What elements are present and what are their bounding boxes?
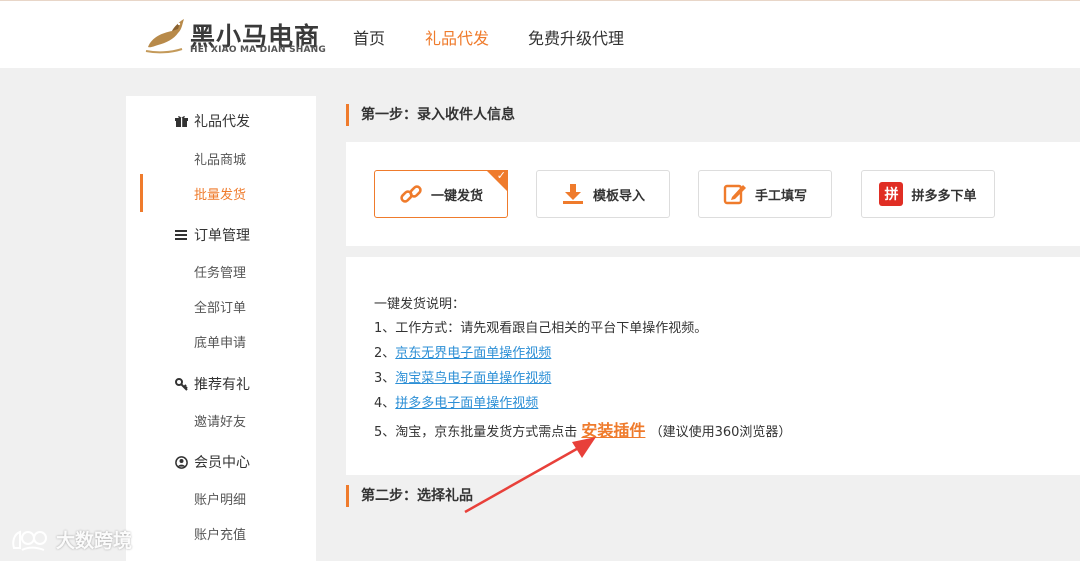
- browser-hint: （建议使用360浏览器）: [649, 425, 792, 440]
- sidebar-item-receipt-request[interactable]: 底单申请: [194, 332, 246, 351]
- instruction-line-2: 2、京东无界电子面单操作视频: [374, 342, 551, 361]
- nav-gift-dropship[interactable]: 礼品代发: [425, 25, 489, 49]
- jd-video-link[interactable]: 京东无界电子面单操作视频: [395, 346, 551, 361]
- sidebar-group-referral[interactable]: 推荐有礼: [174, 374, 250, 394]
- sidebar-group-orders[interactable]: 订单管理: [174, 225, 250, 245]
- taobao-video-link[interactable]: 淘宝菜鸟电子面单操作视频: [395, 371, 551, 386]
- button-label: 手工填写: [754, 188, 807, 204]
- line-prefix: 4、: [374, 396, 396, 411]
- active-indicator: [140, 174, 143, 212]
- sidebar-group-label: 推荐有礼: [194, 377, 250, 393]
- sidebar-group-label: 礼品代发: [194, 114, 250, 130]
- pinduoduo-order-button[interactable]: 拼 拼多多下单: [861, 170, 995, 218]
- list-icon: [174, 228, 188, 242]
- sidebar-group-label: 会员中心: [194, 455, 250, 471]
- line-prefix: 3、: [374, 371, 396, 386]
- top-header: 黑小马电商 HEI XIAO MA DIAN SHANG 首页 礼品代发 免费升…: [0, 0, 1080, 68]
- install-plugin-link[interactable]: 安装插件: [581, 421, 645, 440]
- one-click-ship-button[interactable]: 一键发货 ✓: [374, 169, 508, 218]
- watermark: 大数跨境: [10, 526, 132, 553]
- download-icon: [561, 182, 585, 206]
- instruction-line-4: 4、拼多多电子面单操作视频: [374, 392, 538, 411]
- manual-entry-button[interactable]: 手工填写: [698, 170, 832, 218]
- template-import-button[interactable]: 模板导入: [536, 170, 670, 218]
- pinduoduo-icon: 拼: [879, 182, 904, 206]
- sidebar-item-all-orders[interactable]: 全部订单: [194, 297, 246, 316]
- horse-logo-icon: [145, 19, 184, 54]
- instructions-heading: 一键发货说明：: [374, 297, 466, 312]
- button-label: 一键发货: [430, 188, 483, 204]
- instructions-panel: 一键发货说明： 1、工作方式：请先观看跟自己相关的平台下单操作视频。 2、京东无…: [346, 257, 1080, 475]
- watermark-logo-icon: [12, 530, 47, 551]
- sidebar-item-tasks[interactable]: 任务管理: [194, 262, 246, 281]
- sidebar: 礼品代发 礼品商城 批量发货 订单管理 任务管理 全部订单 底单申请 推荐有礼 …: [126, 96, 316, 561]
- step2-title: 第二步：选择礼品: [346, 485, 473, 507]
- button-label: 模板导入: [592, 188, 645, 204]
- instruction-line-5: 5、淘宝，京东批量发货方式需点击 安装插件 （建议使用360浏览器）: [374, 417, 791, 441]
- sidebar-group-label: 订单管理: [194, 228, 250, 244]
- step1-title: 第一步：录入收件人信息: [346, 104, 515, 126]
- sidebar-group-member[interactable]: 会员中心: [174, 452, 250, 472]
- sidebar-item-batch-ship[interactable]: 批量发货: [194, 184, 246, 203]
- gift-icon: [174, 114, 188, 128]
- sidebar-group-gift[interactable]: 礼品代发: [174, 111, 250, 131]
- edit-icon: [723, 182, 747, 206]
- line-prefix: 5、淘宝，京东批量发货方式需点击: [374, 425, 578, 440]
- nav-home[interactable]: 首页: [353, 25, 385, 49]
- import-method-panel: 一键发货 ✓ 模板导入 手工填写 拼 拼多多下单: [346, 142, 1080, 246]
- line-prefix: 2、: [374, 346, 396, 361]
- link-icon: [399, 182, 423, 206]
- brand-logo[interactable]: 黑小马电商 HEI XIAO MA DIAN SHANG: [142, 13, 326, 59]
- sidebar-item-gift-mall[interactable]: 礼品商城: [194, 149, 246, 168]
- logo-english-text: HEI XIAO MA DIAN SHANG: [190, 45, 327, 55]
- sidebar-item-account-details[interactable]: 账户明细: [194, 489, 246, 508]
- pdd-video-link[interactable]: 拼多多电子面单操作视频: [395, 396, 538, 411]
- sidebar-item-recharge[interactable]: 账户充值: [194, 524, 246, 543]
- button-label: 拼多多下单: [911, 188, 977, 204]
- check-icon: ✓: [496, 169, 506, 182]
- instruction-line-1: 1、工作方式：请先观看跟自己相关的平台下单操作视频。: [374, 321, 708, 336]
- instruction-line-3: 3、淘宝菜鸟电子面单操作视频: [374, 367, 551, 386]
- key-icon: [174, 377, 188, 391]
- user-icon: [174, 455, 188, 469]
- nav-upgrade-agent[interactable]: 免费升级代理: [528, 25, 624, 49]
- watermark-text: 大数跨境: [56, 530, 133, 552]
- sidebar-item-invite-friends[interactable]: 邀请好友: [194, 411, 246, 430]
